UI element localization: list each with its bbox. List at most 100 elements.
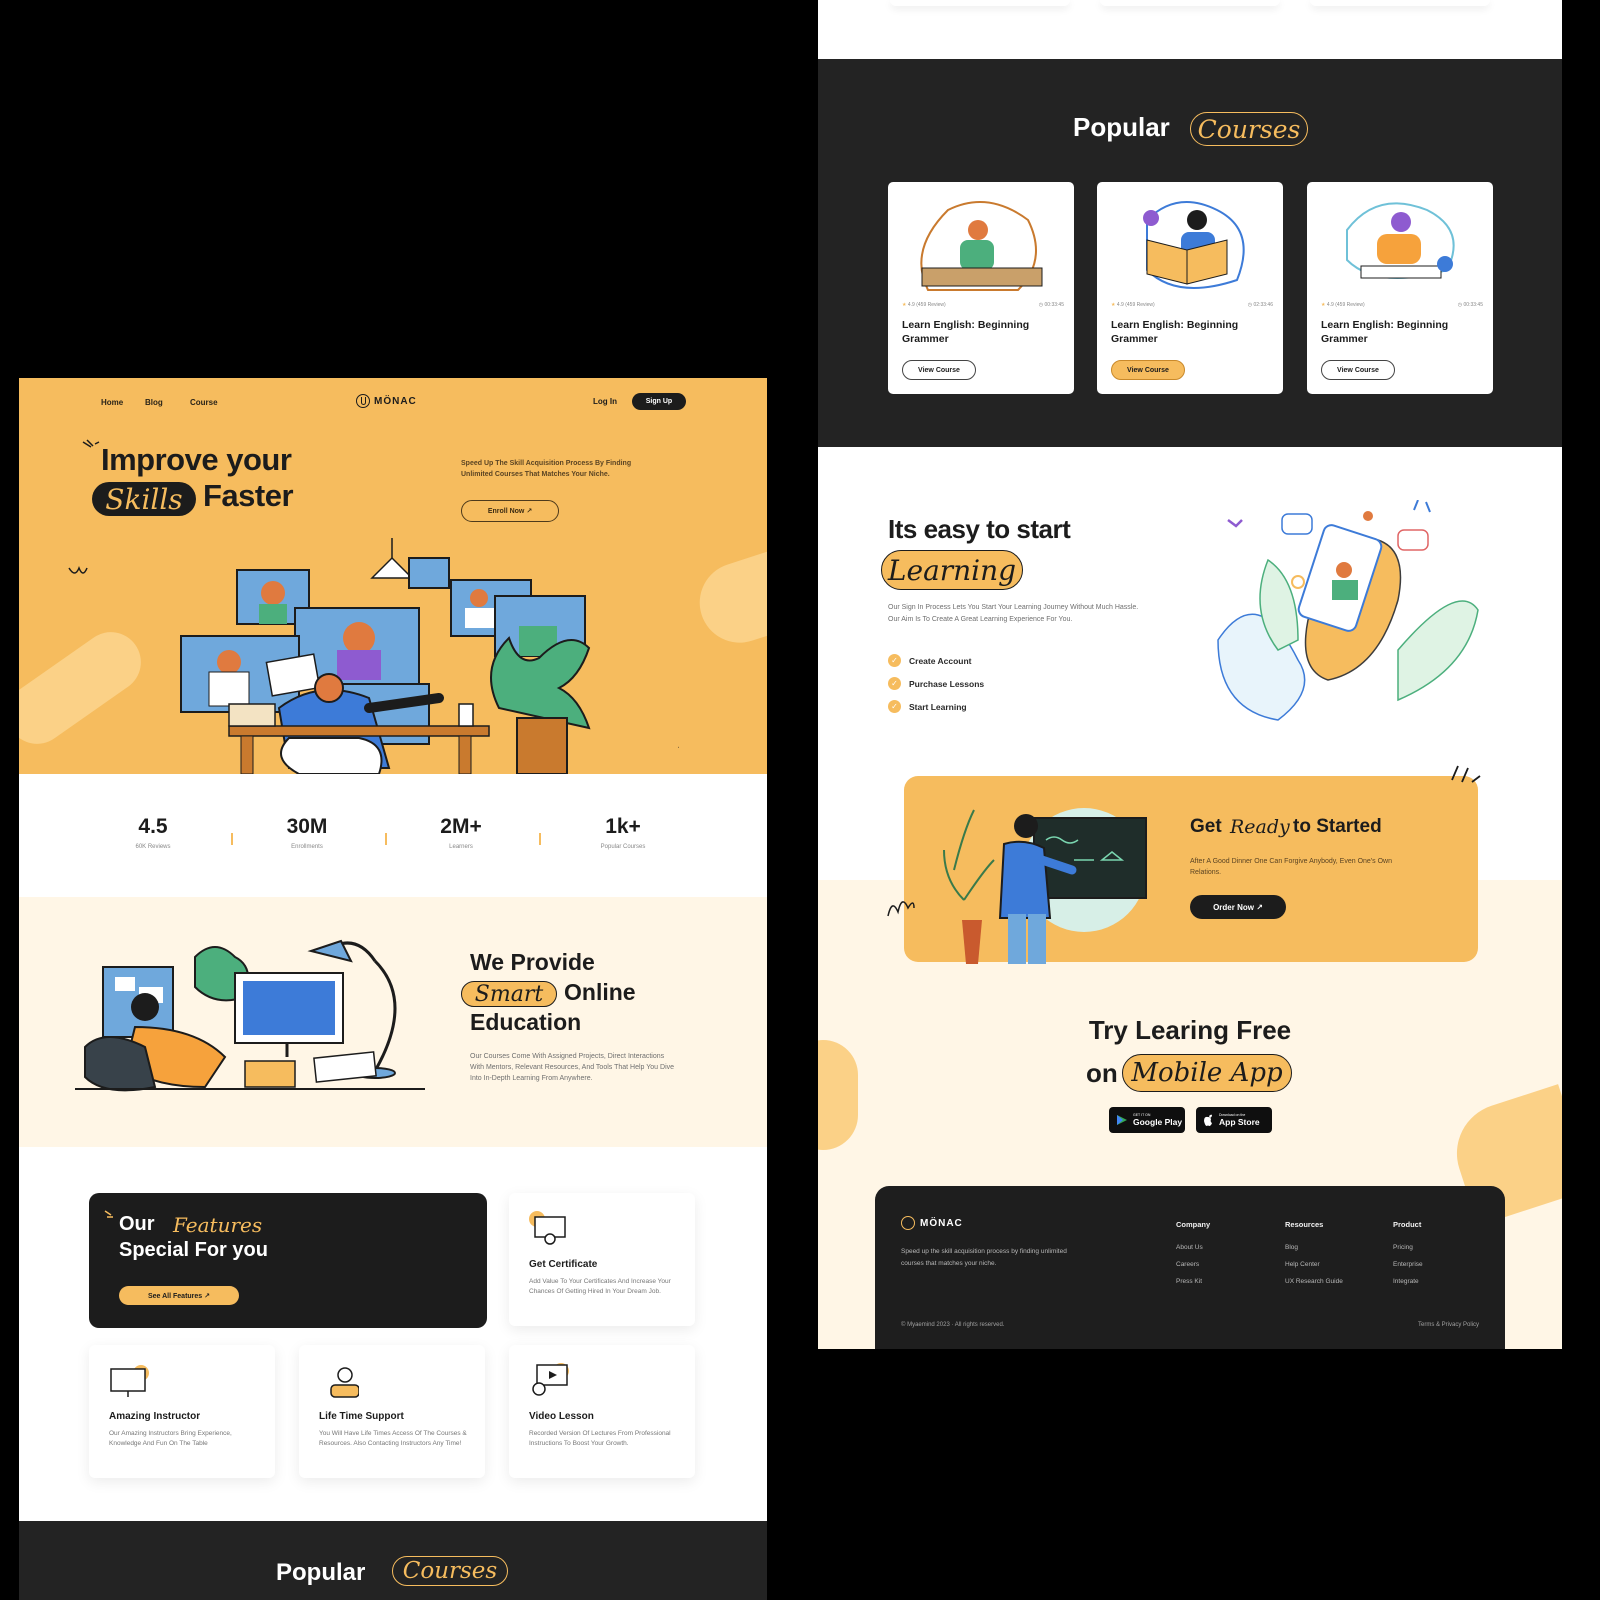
video-lesson-icon xyxy=(532,1363,569,1396)
course-duration-text: 00:33:45 xyxy=(1463,302,1483,308)
feature-description: Add Value To Your Certificates And Incre… xyxy=(529,1278,671,1295)
order-now-button[interactable]: Order Now ↗ xyxy=(1190,895,1286,919)
features-title-highlight: Features xyxy=(173,1213,263,1237)
view-course-button[interactable]: View Course xyxy=(1111,360,1185,380)
hero-section: Home Blog Course MÖNAC Log In Sign Up Im… xyxy=(19,378,767,774)
store-name: Google Play xyxy=(1133,1117,1183,1127)
clock-icon: ◷ xyxy=(1457,302,1463,308)
enroll-now-button[interactable]: Enroll Now ↗ xyxy=(461,500,559,522)
google-play-button[interactable]: GET IT ON Google Play xyxy=(1109,1107,1185,1133)
see-all-features-button[interactable]: See All Features ↗ xyxy=(119,1286,239,1305)
popular-title-word: Popular xyxy=(276,1559,366,1586)
star-icon: ★ xyxy=(1111,302,1116,308)
feature-title: Amazing Instructor xyxy=(109,1411,201,1422)
nav-course[interactable]: Course xyxy=(190,398,218,407)
feature-card-certificate: Get Certificate Add Value To Your Certif… xyxy=(509,1193,695,1326)
apple-icon xyxy=(1204,1114,1212,1126)
previous-section-edge xyxy=(818,0,1562,59)
squiggle-icon xyxy=(887,901,915,917)
app-store-button[interactable]: Download on the App Store xyxy=(1196,1107,1272,1133)
footer-copyright: © Myaemind 2023 · All rights reserved. xyxy=(901,1322,1005,1328)
stat-learners: 2M+ xyxy=(440,815,482,838)
provide-description: Our Courses Come With Assigned Projects,… xyxy=(470,1053,675,1082)
site-footer: MÖNAC Speed up the skill acquisition pro… xyxy=(875,1186,1505,1349)
hero-title-line1: Improve your xyxy=(101,442,292,477)
login-link[interactable]: Log In xyxy=(593,397,617,406)
view-course-button[interactable]: View Course xyxy=(902,360,976,380)
step-label: Purchase Lessons xyxy=(909,678,985,689)
step-purchase-lessons: ✓ Purchase Lessons xyxy=(888,677,984,690)
course-thumbnail xyxy=(1143,201,1245,289)
check-icon: ✓ xyxy=(888,654,901,667)
spark-icon xyxy=(1451,765,1481,783)
feature-description: Recorded Version Of Lectures From Profes… xyxy=(529,1430,671,1447)
easy-title-highlight: Learning xyxy=(881,550,1023,590)
landing-page-right: Popular Courses ★ 4.9 (459 Review) ◷ 00:… xyxy=(818,0,1562,1349)
footer-link[interactable]: About Us xyxy=(1176,1244,1203,1251)
course-title: Learn English: Beginning Grammer xyxy=(1111,319,1239,345)
feature-card-video: Video Lesson Recorded Version Of Lecture… xyxy=(509,1345,695,1478)
clock-icon: ◷ xyxy=(1247,302,1253,308)
course-card[interactable]: ★ 4.9 (459 Review) ◷ 00:33:45 Learn Engl… xyxy=(1307,182,1493,394)
teacher-illustration xyxy=(943,808,1147,964)
easy-description: Our Sign In Process Lets You Start Your … xyxy=(888,604,1139,623)
stat-divider xyxy=(231,833,233,845)
footer-link[interactable]: Help Center xyxy=(1285,1261,1320,1268)
course-title: Learn English: Beginning Grammer xyxy=(902,319,1030,345)
view-course-button[interactable]: View Course xyxy=(1321,360,1395,380)
stat-learners-label: Learners xyxy=(449,844,473,850)
check-icon: ✓ xyxy=(888,700,901,713)
course-thumbnail xyxy=(1346,202,1455,279)
course-card[interactable]: ★ 4.9 (459 Review) ◷ 00:33:45 Learn Engl… xyxy=(888,182,1074,394)
ready-title-start: Get xyxy=(1190,816,1222,837)
landing-page-left: Home Blog Course MÖNAC Log In Sign Up Im… xyxy=(19,378,767,1600)
course-duration: ◷ 00:33:45 xyxy=(1039,302,1064,308)
popular-title-highlight: Courses xyxy=(1190,112,1308,146)
course-meta: ★ 4.9 (459 Review) ◷ 02:33:46 xyxy=(1111,302,1273,308)
nav-home[interactable]: Home xyxy=(101,398,123,407)
course-rating-text: 4.9 (459 Review) xyxy=(1116,302,1155,308)
support-icon xyxy=(330,1367,359,1398)
course-duration-text: 02:33:46 xyxy=(1253,302,1273,308)
footer-link[interactable]: Pricing xyxy=(1393,1244,1413,1251)
ready-description: After A Good Dinner One Can Forgive Anyb… xyxy=(1190,858,1392,876)
mobile-title-word: on xyxy=(1086,1058,1118,1088)
footer-link[interactable]: Integrate xyxy=(1393,1278,1419,1285)
course-card[interactable]: ★ 4.9 (459 Review) ◷ 02:33:46 Learn Engl… xyxy=(1097,182,1283,394)
google-play-icon xyxy=(1117,1115,1127,1125)
mobile-title-line1: Try Learing Free xyxy=(1088,1015,1292,1045)
footer-link[interactable]: Careers xyxy=(1176,1261,1199,1268)
hero-title-line2: Faster xyxy=(203,478,294,513)
features-header-card: Our Features Special For you See All Fea… xyxy=(89,1193,487,1328)
signup-button[interactable]: Sign Up xyxy=(632,393,686,410)
footer-logo[interactable]: MÖNAC xyxy=(901,1216,963,1230)
nav-blog[interactable]: Blog xyxy=(145,398,163,407)
brand-logo[interactable]: MÖNAC xyxy=(356,394,417,408)
course-duration: ◷ 00:33:45 xyxy=(1458,302,1483,308)
footer-terms-link[interactable]: Terms & Privacy Policy xyxy=(1418,1322,1479,1328)
course-duration: ◷ 02:33:46 xyxy=(1248,302,1273,308)
popular-title-highlight: Courses xyxy=(392,1556,508,1586)
course-meta: ★ 4.9 (459 Review) ◷ 00:33:45 xyxy=(902,302,1064,308)
course-thumbnail xyxy=(920,201,1043,291)
popular-courses-section-preview: Popular Courses xyxy=(19,1521,767,1600)
feature-card-support: Life Time Support You Will Have Life Tim… xyxy=(299,1345,485,1478)
stat-courses-label: Popular Courses xyxy=(600,844,646,850)
brand-name: MÖNAC xyxy=(374,395,417,407)
instructor-icon xyxy=(110,1365,149,1397)
star-icon: ★ xyxy=(1321,302,1326,308)
footer-link[interactable]: Blog xyxy=(1285,1244,1298,1251)
get-ready-card: Get Ready to Started After A Good Dinner… xyxy=(904,776,1478,964)
feature-title: Life Time Support xyxy=(319,1411,404,1422)
footer-link[interactable]: Enterprise xyxy=(1393,1261,1423,1268)
store-name: App Store xyxy=(1219,1117,1260,1127)
stat-enrollments: 30M xyxy=(286,815,328,838)
footer-col-product: Product xyxy=(1393,1220,1422,1229)
footer-link[interactable]: UX Research Guide xyxy=(1285,1278,1343,1285)
footer-link[interactable]: Press Kit xyxy=(1176,1278,1202,1285)
feature-card-instructor: Amazing Instructor Our Amazing Instructo… xyxy=(89,1345,275,1478)
course-title: Learn English: Beginning Grammer xyxy=(1321,319,1449,345)
feature-description: Our Amazing Instructors Bring Experience… xyxy=(109,1430,232,1447)
stat-enrollments-label: Enrollments xyxy=(291,844,323,850)
feature-title: Get Certificate xyxy=(529,1259,598,1270)
